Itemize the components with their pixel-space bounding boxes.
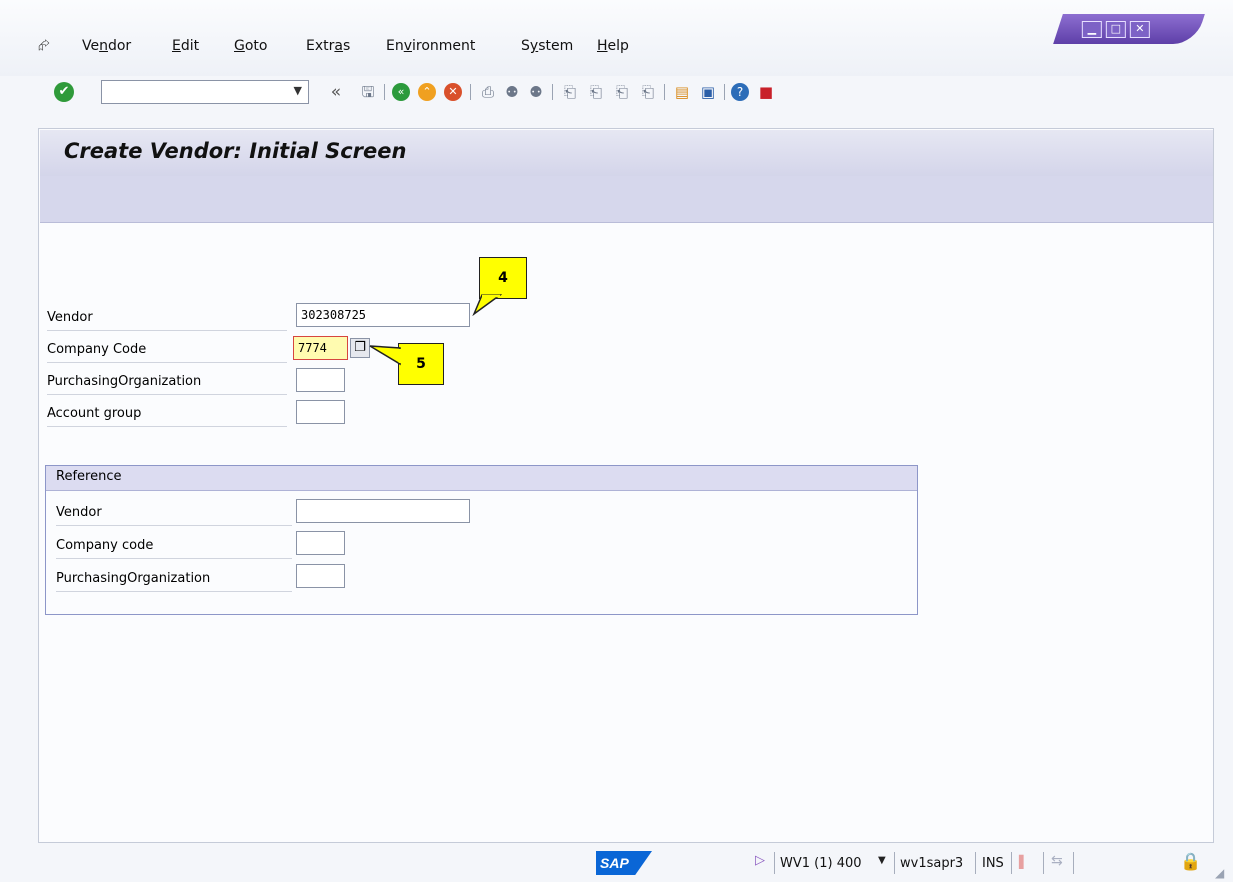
menu-edit[interactable]: Edit: [172, 38, 199, 54]
system-info: WV1 (1) 400: [780, 856, 862, 871]
menu-icon[interactable]: ⮳: [38, 36, 58, 54]
callout-4: 4: [479, 257, 527, 299]
first-page-icon[interactable]: ⎗: [560, 82, 580, 102]
menu-help[interactable]: Help: [597, 38, 629, 54]
account-group-label: Account group: [47, 402, 287, 427]
purchasing-org-input[interactable]: [296, 368, 345, 392]
page-title: Create Vendor: Initial Screen: [64, 139, 407, 163]
reference-vendor-label: Vendor: [56, 501, 292, 526]
status-separator: [1043, 852, 1044, 874]
vendor-label: Vendor: [47, 306, 287, 331]
command-field[interactable]: ▼: [101, 80, 309, 104]
maximize-icon[interactable]: □: [1105, 21, 1126, 38]
system-dropdown-icon[interactable]: ▼: [878, 855, 886, 866]
window-controls: ▁ □ ✕: [1053, 14, 1205, 44]
toolbar-separator: [664, 84, 665, 100]
sap-logo-text: SAP: [600, 855, 629, 871]
chevron-down-icon[interactable]: ▼: [294, 84, 302, 97]
callout-5-pointer: [369, 345, 402, 366]
company-code-label: Company Code: [47, 338, 287, 363]
find-next-icon[interactable]: ⚉: [526, 82, 546, 102]
status-separator: [1073, 852, 1074, 874]
callout-4-text: 4: [498, 270, 508, 286]
reference-heading: Reference: [56, 469, 122, 484]
reference-purchasing-org-input[interactable]: [296, 564, 345, 588]
value-help-icon[interactable]: ❐: [350, 338, 370, 358]
minimize-icon[interactable]: ▁: [1081, 21, 1102, 38]
cancel-icon[interactable]: ✕: [444, 83, 462, 101]
exit-icon[interactable]: ⌃: [418, 83, 436, 101]
close-icon[interactable]: ✕: [1129, 21, 1150, 38]
last-page-icon[interactable]: ⎗: [638, 82, 658, 102]
menu-goto[interactable]: Goto: [234, 38, 267, 54]
toolbar-separator: [724, 84, 725, 100]
resize-grip-icon[interactable]: ◢: [1215, 866, 1224, 880]
menubar: ⮳ Vendor Edit Goto Extras Environment Sy…: [0, 0, 1233, 76]
status-separator: [774, 852, 775, 874]
print-icon[interactable]: ⎙: [478, 82, 498, 102]
insert-mode: INS: [982, 856, 1004, 871]
callout-5-text: 5: [416, 356, 426, 372]
create-session-icon[interactable]: ▤: [672, 82, 692, 102]
purchasing-org-label: PurchasingOrganization: [47, 370, 287, 395]
vendor-input[interactable]: 302308725: [296, 303, 470, 327]
menu-system[interactable]: System: [521, 38, 573, 54]
menu-vendor[interactable]: Vendor: [82, 38, 131, 54]
reference-company-code-label: Company code: [56, 534, 292, 559]
toolbar-separator: [384, 84, 385, 100]
menu-environment[interactable]: Environment: [386, 38, 475, 54]
customize-layout-icon[interactable]: ■: [756, 82, 776, 102]
application-toolbar: [40, 176, 1213, 223]
title-bar: Create Vendor: Initial Screen: [40, 130, 1213, 177]
reference-purchasing-org-label: PurchasingOrganization: [56, 567, 292, 592]
play-icon[interactable]: ▷: [755, 853, 765, 868]
company-code-input[interactable]: 7774: [293, 336, 348, 360]
save-icon[interactable]: 🖫: [358, 82, 378, 102]
help-icon[interactable]: ?: [731, 83, 749, 101]
toolbar-separator: [552, 84, 553, 100]
previous-page-icon[interactable]: ⎗: [586, 82, 606, 102]
connection-icon: ▌: [1019, 855, 1029, 869]
callout-4-pointer: [472, 294, 502, 316]
reference-vendor-input[interactable]: [296, 499, 470, 523]
status-separator: [894, 852, 895, 874]
status-separator: [975, 852, 976, 874]
shortcut-icon[interactable]: ▣: [698, 82, 718, 102]
account-group-input[interactable]: [296, 400, 345, 424]
find-icon[interactable]: ⚉: [502, 82, 522, 102]
reference-group-header: Reference: [46, 466, 917, 491]
reference-company-code-input[interactable]: [296, 531, 345, 555]
status-separator: [1011, 852, 1012, 874]
enter-icon[interactable]: ✔: [54, 82, 74, 102]
menu-extras[interactable]: Extras: [306, 38, 350, 54]
callout-5: 5: [398, 343, 444, 385]
toolbar-separator: [470, 84, 471, 100]
lock-icon[interactable]: 🔒: [1180, 852, 1201, 872]
transfer-icon: ⇆: [1051, 853, 1063, 869]
server-info: wv1sapr3: [900, 856, 964, 871]
back-green-icon[interactable]: «: [392, 83, 410, 101]
next-page-icon[interactable]: ⎗: [612, 82, 632, 102]
back-icon[interactable]: «: [326, 82, 346, 102]
